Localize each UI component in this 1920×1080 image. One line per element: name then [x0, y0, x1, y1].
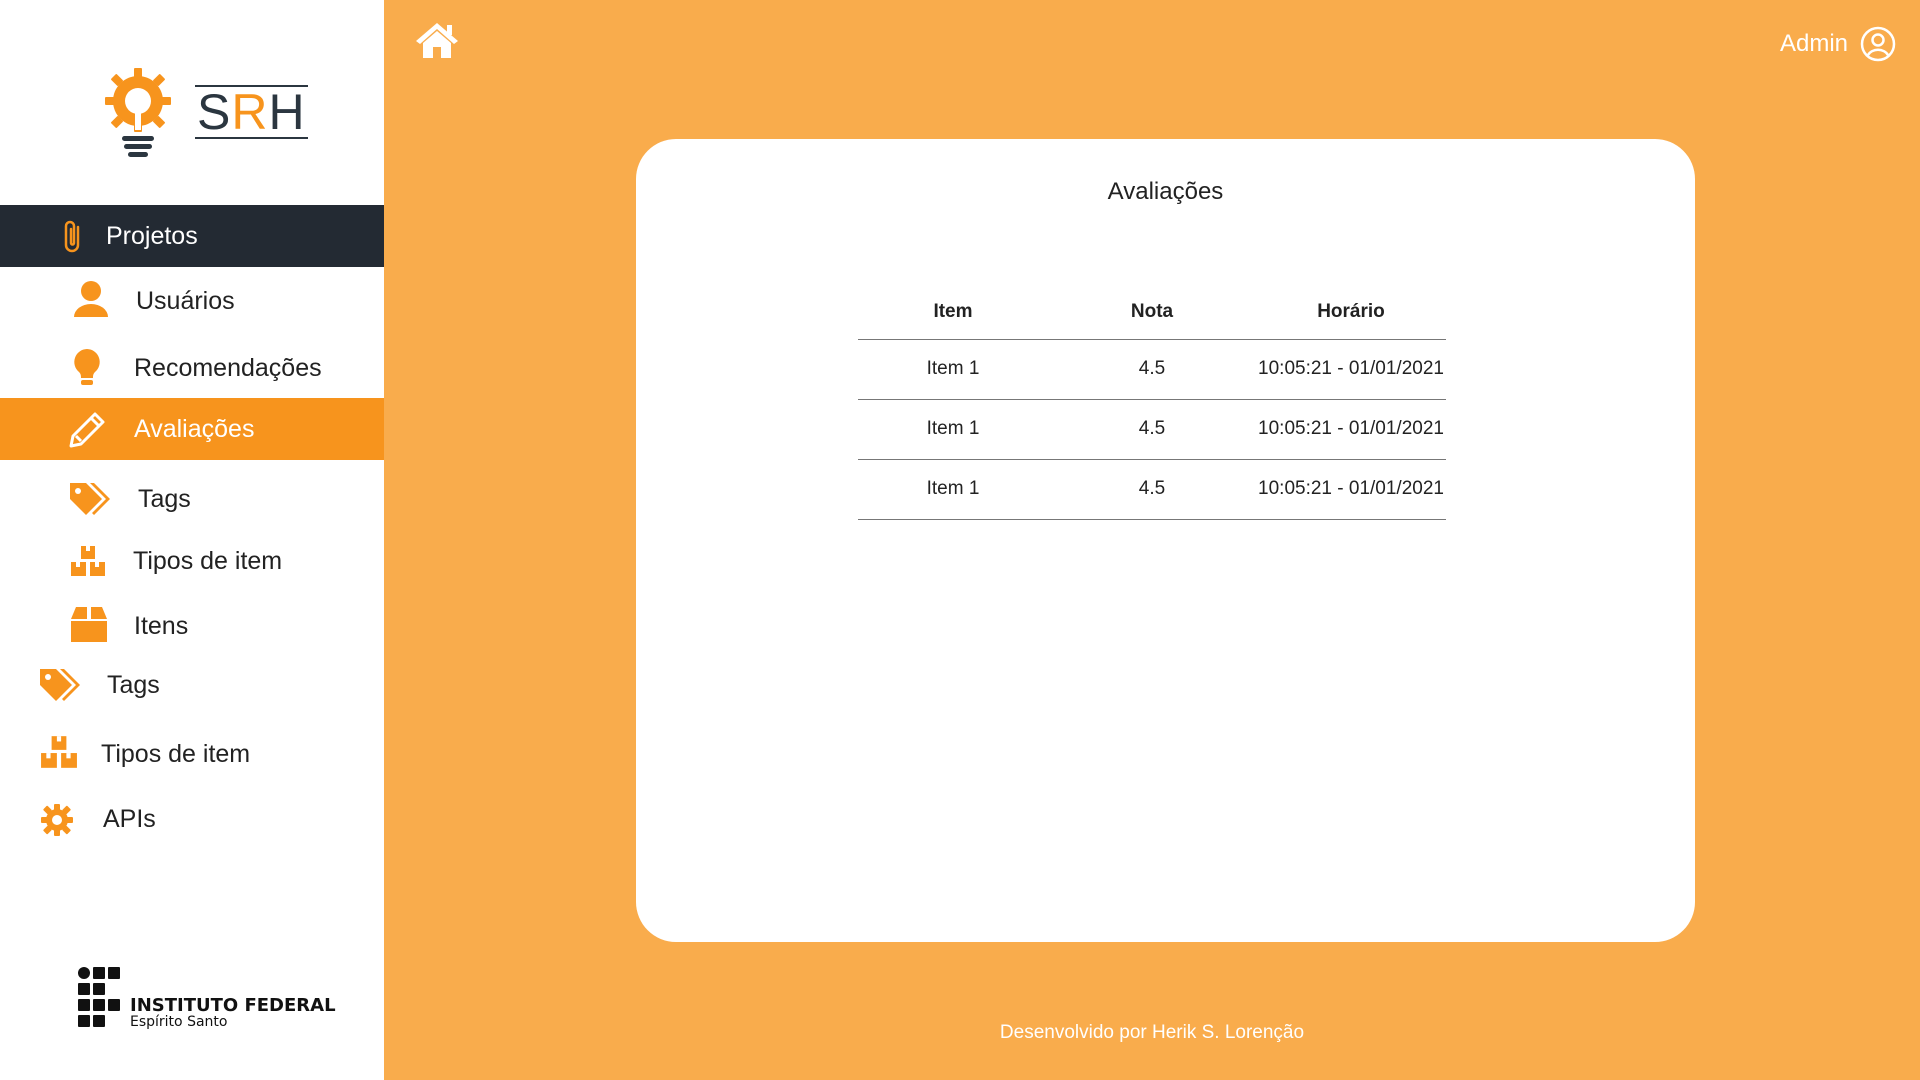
home-button[interactable] — [414, 20, 460, 60]
table-row[interactable]: Item 1 4.5 10:05:21 - 01/01/2021 — [858, 399, 1446, 460]
cell-nota: 4.5 — [1048, 399, 1256, 460]
footer-credit: Desenvolvido por Herik S. Lorenção — [999, 1022, 1305, 1043]
cell-item: Item 1 — [858, 399, 1048, 460]
institution-name: INSTITUTO FEDERAL Espírito Santo — [130, 995, 336, 1030]
table-row[interactable]: Item 1 4.5 10:05:21 - 01/01/2021 — [858, 339, 1446, 400]
user-menu[interactable]: Admin — [1780, 26, 1896, 62]
cell-nota: 4.5 — [1048, 459, 1256, 520]
sidebar-item-recomendacoes[interactable]: Recomendações — [0, 337, 384, 399]
sidebar-item-apis[interactable]: APIs — [0, 788, 384, 850]
box-icon — [70, 605, 108, 643]
lightbulb-gear-logo-icon — [105, 68, 171, 157]
cell-nota: 4.5 — [1048, 339, 1256, 400]
column-header-nota[interactable]: Nota — [1048, 285, 1256, 340]
sidebar-item-tags[interactable]: Tags — [0, 468, 384, 530]
boxes-icon — [40, 734, 78, 770]
logo-wordmark: SRH — [195, 84, 308, 140]
cell-horario: 10:05:21 - 01/01/2021 — [1256, 339, 1446, 400]
institution-line2: Espírito Santo — [130, 1014, 228, 1030]
user-icon — [72, 280, 110, 318]
sidebar-item-label: Tags — [107, 670, 160, 699]
sidebar-item-label: Avaliações — [134, 414, 255, 443]
sidebar-item-projetos[interactable]: Projetos — [0, 205, 384, 267]
column-header-item[interactable]: Item — [858, 285, 1048, 340]
sidebar-item-usuarios[interactable]: Usuários — [0, 270, 384, 332]
user-circle-icon — [1860, 26, 1896, 62]
sidebar-item-itens[interactable]: Itens — [0, 595, 384, 657]
cell-horario: 10:05:21 - 01/01/2021 — [1256, 459, 1446, 520]
sidebar-item-label: Tipos de item — [101, 739, 251, 768]
sidebar-item-label: Usuários — [136, 286, 235, 315]
tags-icon — [68, 481, 110, 517]
sidebar-item-label: Itens — [134, 611, 189, 640]
table-row[interactable]: Item 1 4.5 10:05:21 - 01/01/2021 — [858, 459, 1446, 520]
sidebar-item-tags-top[interactable]: Tags — [0, 654, 384, 716]
ifes-grid-icon — [78, 967, 120, 1027]
institution-line1: INSTITUTO FEDERAL — [130, 995, 336, 1016]
gear-icon — [40, 803, 74, 837]
table-header-row: Item Nota Horário — [858, 285, 1446, 340]
sidebar-item-tipos-de-item[interactable]: Tipos de item — [0, 530, 384, 592]
lightbulb-icon — [72, 347, 102, 387]
content-card — [636, 139, 1695, 942]
sidebar-item-label: Recomendações — [134, 353, 322, 382]
home-icon — [416, 23, 458, 58]
column-header-horario[interactable]: Horário — [1256, 285, 1446, 340]
cell-item: Item 1 — [858, 459, 1048, 520]
sidebar-item-label: Tags — [138, 484, 191, 513]
cell-item: Item 1 — [858, 339, 1048, 400]
sidebar-item-avaliacoes[interactable]: Avaliações — [0, 398, 384, 460]
sidebar-item-tipos-de-item-top[interactable]: Tipos de item — [0, 723, 384, 785]
boxes-icon — [70, 545, 106, 577]
sidebar-item-label: APIs — [103, 804, 156, 833]
sidebar: SRH Projetos Usuários Recomendações Aval… — [0, 0, 384, 1080]
evaluations-table: Item Nota Horário Item 1 4.5 10:05:21 - … — [858, 285, 1446, 520]
page-title: Avaliações — [1107, 178, 1224, 205]
tags-icon — [38, 667, 80, 703]
sidebar-item-label: Projetos — [106, 221, 198, 250]
cell-horario: 10:05:21 - 01/01/2021 — [1256, 399, 1446, 460]
pencil-icon — [68, 411, 106, 449]
sidebar-item-label: Tipos de item — [133, 546, 283, 575]
user-name: Admin — [1779, 30, 1848, 57]
paperclip-icon — [60, 219, 86, 255]
